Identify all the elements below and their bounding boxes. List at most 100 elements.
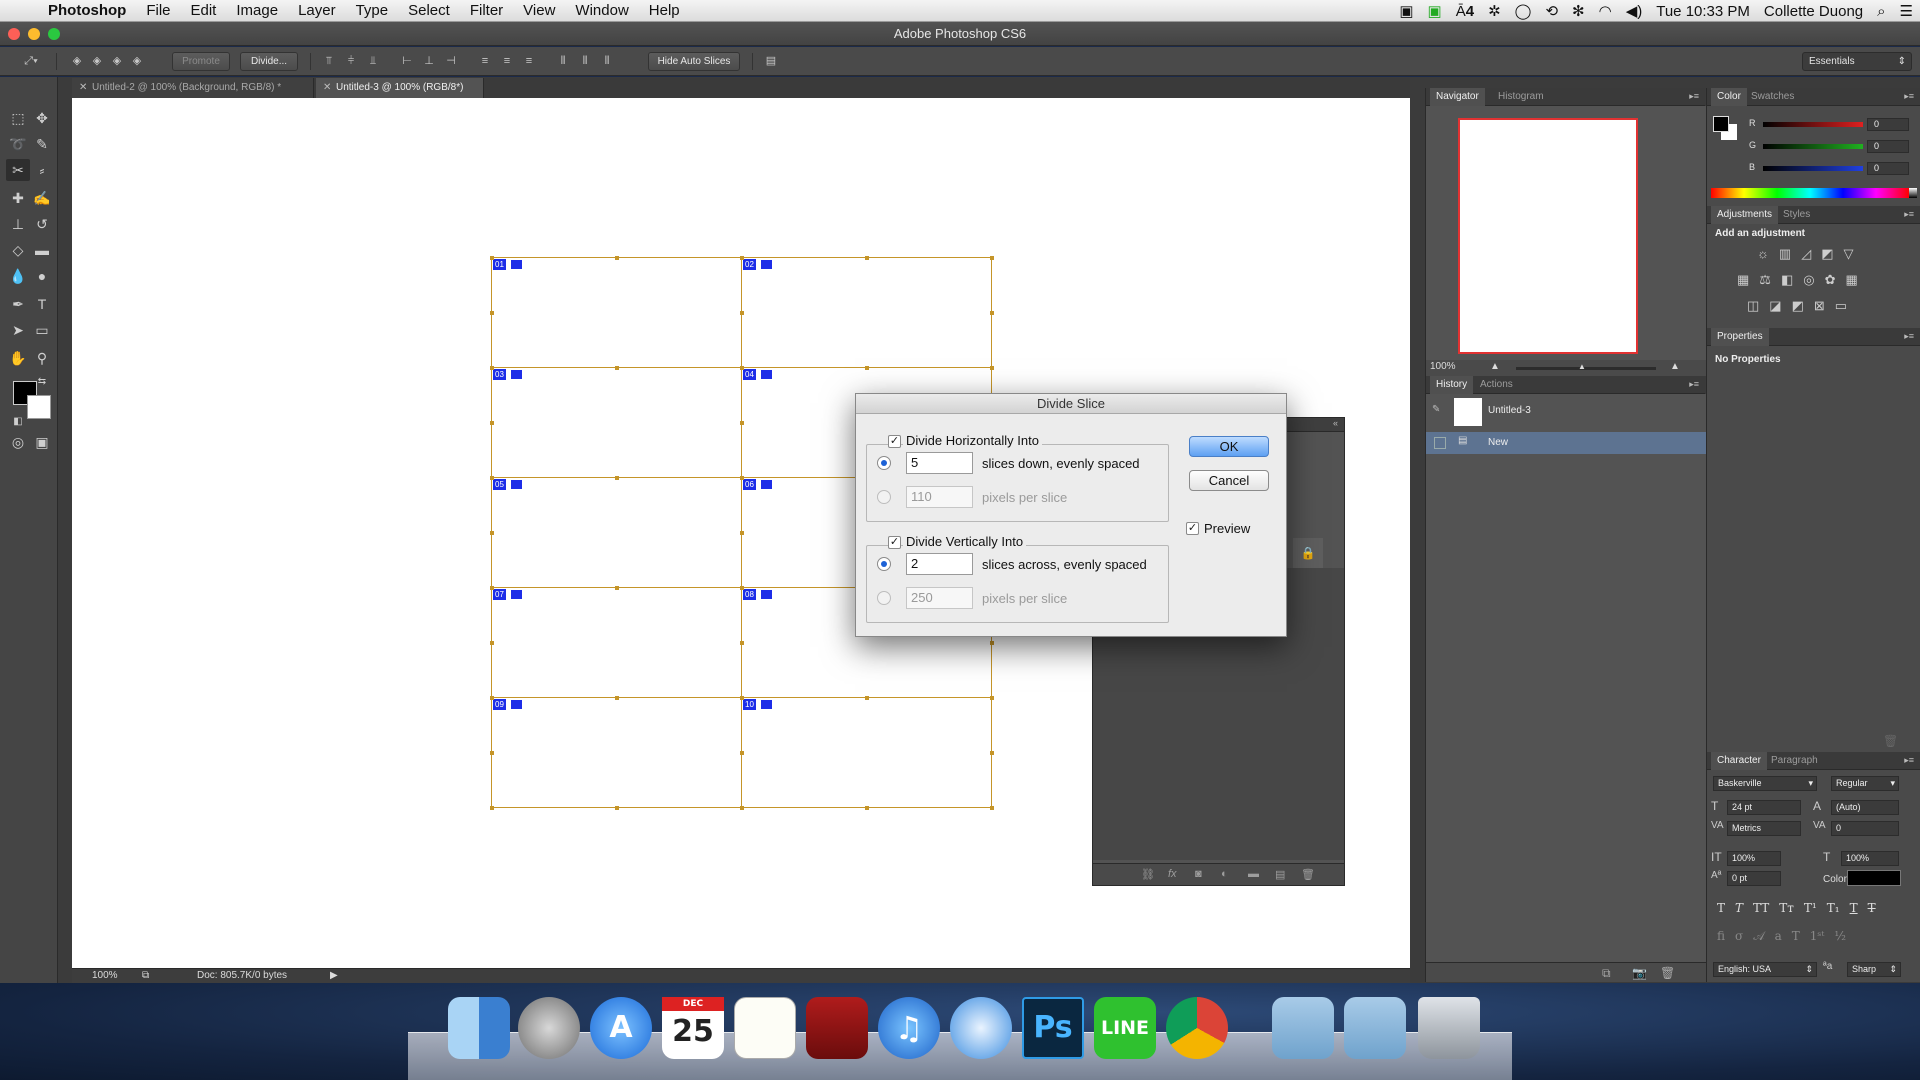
slice-handle[interactable] — [740, 311, 744, 315]
new-snapshot-icon[interactable]: 📷 — [1632, 966, 1647, 980]
menu-file[interactable]: File — [136, 2, 180, 19]
menu-window[interactable]: Window — [565, 2, 638, 19]
faux-italic-icon[interactable]: T — [1735, 901, 1743, 915]
slice-handle[interactable] — [740, 531, 744, 535]
brightness-icon[interactable]: ✲ — [1481, 2, 1508, 20]
language-select[interactable]: English: USA ⇕ — [1713, 962, 1817, 977]
stylistic-alt-icon[interactable]: a — [1775, 929, 1782, 944]
vert-slices-input[interactable]: 2 — [906, 553, 973, 575]
rectangle-tool-icon[interactable]: ▭ — [30, 319, 54, 341]
horiz-pixels-input[interactable]: 110 — [906, 486, 973, 508]
workspace-select[interactable]: Essentials ⇕ — [1802, 52, 1912, 71]
app-store-dock-icon[interactable]: A — [590, 997, 652, 1059]
divide-vertically-checkbox[interactable]: ✓ — [888, 536, 901, 549]
threshold-icon[interactable]: ◩ — [1792, 298, 1804, 314]
tab-styles[interactable]: Styles — [1777, 206, 1816, 224]
slice-handle[interactable] — [490, 311, 494, 315]
zoom-level[interactable]: 100% — [92, 970, 118, 981]
launchpad-dock-icon[interactable] — [518, 997, 580, 1059]
tab-actions[interactable]: Actions — [1474, 376, 1519, 394]
new-layer-icon[interactable]: ▤ — [1275, 868, 1285, 881]
slice-handle[interactable] — [865, 366, 869, 370]
dodge-tool-icon[interactable]: ● — [30, 265, 54, 287]
quick-mask-icon[interactable]: ◎ — [6, 431, 30, 453]
photo-filter-icon[interactable]: ◎ — [1803, 272, 1814, 288]
navigator-zoom-value[interactable]: 100% — [1430, 361, 1456, 372]
notification-center-icon[interactable]: ☰ — [1893, 2, 1920, 20]
slice-handle[interactable] — [490, 421, 494, 425]
applications-dock-icon[interactable] — [1344, 997, 1406, 1059]
menu-app-name[interactable]: Photoshop — [44, 2, 136, 19]
align-bottom-icon[interactable]: ⫫ — [366, 55, 380, 68]
tab-color[interactable]: Color — [1711, 88, 1747, 106]
invert-icon[interactable]: ◫ — [1747, 298, 1759, 314]
tab-history[interactable]: History — [1430, 376, 1474, 394]
antialias-select[interactable]: Sharp ⇕ — [1847, 962, 1901, 977]
menu-layer[interactable]: Layer — [288, 2, 346, 19]
align-left-icon[interactable]: ⊢ — [400, 55, 414, 68]
slice-05[interactable]: 05 — [491, 477, 742, 588]
slice-handle[interactable] — [740, 366, 744, 370]
strikethrough-icon[interactable]: T — [1868, 901, 1876, 915]
menu-type[interactable]: Type — [346, 2, 399, 19]
chrome-dock-icon[interactable] — [1166, 997, 1228, 1059]
history-source-checkbox[interactable] — [1434, 437, 1446, 449]
collapse-icon[interactable]: « — [1333, 418, 1338, 428]
panel-menu-icon[interactable]: ▸≡ — [1904, 209, 1914, 220]
slice-10[interactable]: 10 — [741, 697, 992, 808]
volume-icon[interactable]: ◀) — [1619, 2, 1650, 20]
subscript-icon[interactable]: T₁ — [1827, 901, 1840, 915]
levels-icon[interactable]: ▥ — [1779, 246, 1791, 262]
fractions-icon[interactable]: ½ — [1834, 929, 1846, 944]
eyedropper-tool-icon[interactable]: ⸗ — [30, 159, 54, 181]
panel-menu-icon[interactable]: ▸≡ — [1689, 379, 1699, 390]
underline-icon[interactable]: T — [1850, 901, 1858, 915]
curves-icon[interactable]: ◿ — [1801, 246, 1811, 262]
slice-handle[interactable] — [990, 366, 994, 370]
layer-mask-icon[interactable]: ◙ — [1195, 868, 1202, 880]
itunes-dock-icon[interactable]: ♫ — [878, 997, 940, 1059]
tab-histogram[interactable]: Histogram — [1492, 88, 1550, 106]
slice-handle[interactable] — [490, 641, 494, 645]
slice-handle[interactable] — [990, 806, 994, 810]
tab-untitled-2[interactable]: ✕ Untitled-2 @ 100% (Background, RGB/8) * — [72, 78, 314, 98]
slice-handle[interactable] — [740, 256, 744, 260]
new-group-icon[interactable]: ▬ — [1248, 868, 1259, 880]
delete-layer-icon[interactable]: 🗑 — [1301, 868, 1315, 881]
vert-pixels-radio[interactable] — [877, 591, 891, 605]
text-color-swatch[interactable] — [1847, 870, 1901, 886]
line-status-icon[interactable]: ▣ — [1421, 2, 1449, 20]
panel-menu-icon[interactable]: ▸≡ — [1904, 91, 1914, 102]
calendar-dock-icon[interactable]: 25 DEC — [662, 997, 724, 1059]
slice-02[interactable]: 02 — [741, 257, 992, 368]
horiz-slices-radio[interactable] — [877, 456, 891, 470]
background-color-swatch[interactable] — [27, 395, 51, 419]
vert-slices-radio[interactable] — [877, 557, 891, 571]
distribute-bottom-icon[interactable]: ≡ — [522, 55, 536, 68]
line-dock-icon[interactable]: LINE — [1094, 997, 1156, 1059]
align-hcenter-icon[interactable]: ⊥ — [422, 55, 436, 68]
slice-handle[interactable] — [740, 641, 744, 645]
color-foreground-swatch[interactable] — [1713, 116, 1729, 132]
red-slider[interactable] — [1763, 122, 1863, 127]
history-snapshot[interactable]: ✎ Untitled-3 — [1426, 394, 1706, 430]
swash-icon[interactable]: 𝒜 — [1753, 929, 1764, 944]
menu-view[interactable]: View — [513, 2, 565, 19]
spotlight-icon[interactable]: ⌕ — [1870, 3, 1892, 20]
selective-color-icon[interactable]: ⊠ — [1814, 298, 1825, 314]
slice-handle[interactable] — [740, 806, 744, 810]
bluetooth-icon[interactable]: ✻ — [1565, 2, 1592, 20]
color-balance-icon[interactable]: ⚖ — [1759, 272, 1771, 288]
green-value-field[interactable]: 0 — [1867, 140, 1909, 153]
slice-handle[interactable] — [865, 806, 869, 810]
menu-filter[interactable]: Filter — [460, 2, 513, 19]
link-layers-icon[interactable]: ⛓ — [1141, 868, 1155, 881]
promote-button[interactable]: Promote — [172, 52, 230, 71]
healing-brush-tool-icon[interactable]: ✚ — [6, 187, 30, 209]
gradient-tool-icon[interactable]: ▬ — [30, 239, 54, 261]
all-caps-icon[interactable]: TT — [1753, 901, 1769, 915]
distribute-left-icon[interactable]: ⫴ — [556, 55, 570, 68]
vertical-scale-field[interactable]: 100% — [1727, 851, 1781, 866]
slice-select-tool-icon[interactable]: ⤢▾ — [20, 55, 42, 68]
wifi-icon[interactable]: ◠ — [1592, 2, 1619, 20]
